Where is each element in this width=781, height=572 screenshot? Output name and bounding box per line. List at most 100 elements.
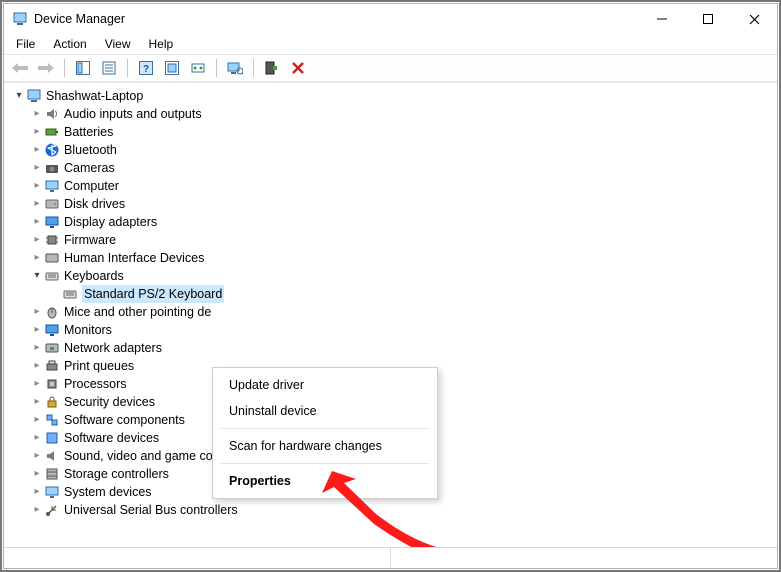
tree-device-standard-ps2-keyboard[interactable]: Standard PS/2 Keyboard — [12, 285, 777, 303]
disk-icon — [44, 196, 60, 212]
menu-file[interactable]: File — [8, 35, 43, 53]
toolbar-action2-button[interactable] — [186, 56, 210, 80]
chevron-right-icon[interactable] — [30, 411, 44, 429]
tree-category-label: Security devices — [64, 393, 155, 411]
context-menu-separator — [221, 463, 429, 464]
tree-category-bluetooth[interactable]: Bluetooth — [12, 141, 777, 159]
chip-icon — [44, 232, 60, 248]
chevron-right-icon[interactable] — [30, 375, 44, 393]
context-menu: Update driver Uninstall device Scan for … — [212, 367, 438, 499]
statusbar-pane — [391, 548, 777, 568]
chevron-right-icon[interactable] — [30, 339, 44, 357]
toolbar-scan-button[interactable] — [223, 56, 247, 80]
device-manager-window: Device Manager File Action View Help — [3, 3, 778, 569]
usb-icon — [44, 502, 60, 518]
toolbar-action1-button[interactable] — [160, 56, 184, 80]
storage-icon — [44, 466, 60, 482]
menu-help[interactable]: Help — [141, 35, 182, 53]
tree-category-label: Disk drives — [64, 195, 125, 213]
chevron-right-icon[interactable] — [30, 393, 44, 411]
system-icon — [44, 484, 60, 500]
tree-category-audio[interactable]: Audio inputs and outputs — [12, 105, 777, 123]
tree-root[interactable]: Shashwat-Laptop — [12, 87, 777, 105]
app-icon — [12, 11, 28, 27]
context-menu-update-driver[interactable]: Update driver — [213, 372, 437, 398]
toolbar-remove-button[interactable] — [286, 56, 310, 80]
chevron-right-icon[interactable] — [30, 501, 44, 519]
tree-category-label: Software components — [64, 411, 185, 429]
software-icon — [44, 430, 60, 446]
minimize-button[interactable] — [639, 4, 685, 34]
context-menu-scan-hardware[interactable]: Scan for hardware changes — [213, 433, 437, 459]
toolbar-separator — [127, 59, 128, 77]
chevron-right-icon[interactable] — [30, 141, 44, 159]
bluetooth-icon — [44, 142, 60, 158]
cpu-icon — [44, 376, 60, 392]
close-button[interactable] — [731, 4, 777, 34]
context-menu-uninstall-device[interactable]: Uninstall device — [213, 398, 437, 424]
tree-category-usb[interactable]: Universal Serial Bus controllers — [12, 501, 777, 519]
toolbar-forward-button[interactable] — [34, 56, 58, 80]
chevron-right-icon[interactable] — [30, 483, 44, 501]
chevron-right-icon[interactable] — [30, 123, 44, 141]
tree-category-mice[interactable]: Mice and other pointing de — [12, 303, 777, 321]
toolbar-show-hide-tree-button[interactable] — [71, 56, 95, 80]
titlebar: Device Manager — [4, 4, 777, 34]
tree-category-label: Print queues — [64, 357, 134, 375]
tree-category-cameras[interactable]: Cameras — [12, 159, 777, 177]
software-icon — [44, 412, 60, 428]
context-menu-properties[interactable]: Properties — [213, 468, 437, 494]
statusbar — [4, 547, 777, 568]
computer-icon — [26, 88, 42, 104]
chevron-right-icon[interactable] — [30, 159, 44, 177]
menu-view[interactable]: View — [97, 35, 139, 53]
tree-category-firmware[interactable]: Firmware — [12, 231, 777, 249]
chevron-down-icon[interactable] — [30, 267, 44, 285]
tree-category-label: Universal Serial Bus controllers — [64, 501, 238, 519]
chevron-right-icon[interactable] — [30, 177, 44, 195]
chevron-right-icon[interactable] — [30, 465, 44, 483]
chevron-right-icon[interactable] — [30, 231, 44, 249]
tree-category-disk-drives[interactable]: Disk drives — [12, 195, 777, 213]
chevron-right-icon[interactable] — [30, 105, 44, 123]
tree-category-display-adapters[interactable]: Display adapters — [12, 213, 777, 231]
menubar: File Action View Help — [4, 34, 777, 54]
toolbar-properties-button[interactable] — [97, 56, 121, 80]
tree-category-computer[interactable]: Computer — [12, 177, 777, 195]
chevron-right-icon[interactable] — [30, 213, 44, 231]
chevron-right-icon[interactable] — [30, 249, 44, 267]
menu-action[interactable]: Action — [45, 35, 94, 53]
maximize-button[interactable] — [685, 4, 731, 34]
chevron-down-icon[interactable] — [12, 87, 26, 105]
window-title: Device Manager — [34, 12, 125, 26]
keyboard-icon — [62, 286, 78, 302]
toolbar-back-button[interactable] — [8, 56, 32, 80]
tree-category-batteries[interactable]: Batteries — [12, 123, 777, 141]
tree-device-label: Standard PS/2 Keyboard — [82, 285, 224, 303]
tree-category-label: Processors — [64, 375, 127, 393]
tree-category-label: Bluetooth — [64, 141, 117, 159]
chevron-right-icon[interactable] — [30, 357, 44, 375]
chevron-right-icon[interactable] — [30, 303, 44, 321]
tree-category-label: Batteries — [64, 123, 113, 141]
printer-icon — [44, 358, 60, 374]
toolbar: ? — [4, 54, 777, 82]
chevron-right-icon[interactable] — [30, 429, 44, 447]
toolbar-help-button[interactable]: ? — [134, 56, 158, 80]
toolbar-add-hardware-button[interactable] — [260, 56, 284, 80]
keyboard-icon — [44, 268, 60, 284]
tree-category-monitors[interactable]: Monitors — [12, 321, 777, 339]
tree-category-keyboards[interactable]: Keyboards — [12, 267, 777, 285]
tree-category-label: System devices — [64, 483, 152, 501]
tree-category-hid[interactable]: Human Interface Devices — [12, 249, 777, 267]
toolbar-separator — [64, 59, 65, 77]
network-icon — [44, 340, 60, 356]
chevron-right-icon[interactable] — [30, 195, 44, 213]
battery-icon — [44, 124, 60, 140]
tree-category-label: Keyboards — [64, 267, 124, 285]
tree-category-label: Display adapters — [64, 213, 157, 231]
tree-category-label: Mice and other pointing de — [64, 303, 211, 321]
tree-category-network[interactable]: Network adapters — [12, 339, 777, 357]
chevron-right-icon[interactable] — [30, 321, 44, 339]
chevron-right-icon[interactable] — [30, 447, 44, 465]
